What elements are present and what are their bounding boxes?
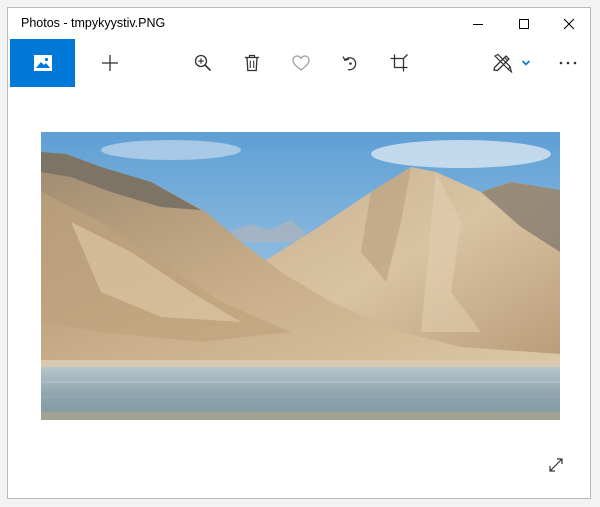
- crop-button[interactable]: [383, 39, 415, 87]
- view-photo-button[interactable]: [10, 39, 75, 87]
- image-viewer[interactable]: [8, 87, 590, 498]
- expand-icon: [549, 458, 563, 472]
- heart-icon: [292, 55, 310, 71]
- favorite-button[interactable]: [285, 39, 317, 87]
- add-button[interactable]: [94, 39, 126, 87]
- plus-icon: [102, 55, 118, 71]
- title-bar: Photos - tmpykyystiv.PNG: [8, 8, 590, 39]
- maximize-button[interactable]: [501, 8, 547, 39]
- minimize-icon: [473, 23, 483, 25]
- rotate-button[interactable]: [334, 39, 366, 87]
- fullscreen-button[interactable]: [542, 451, 570, 479]
- edit-create-button[interactable]: [486, 39, 536, 87]
- rotate-icon: [342, 56, 357, 71]
- window-title: Photos - tmpykyystiv.PNG: [21, 16, 166, 30]
- edit-create-icon: [492, 53, 512, 73]
- trash-icon: [245, 54, 259, 72]
- close-icon: [563, 18, 575, 29]
- toolbar: [8, 39, 590, 87]
- crop-icon: [390, 54, 408, 72]
- landscape-photo: [41, 132, 560, 420]
- zoom-in-icon: [194, 54, 212, 72]
- zoom-button[interactable]: [187, 39, 219, 87]
- more-icon: [559, 61, 577, 65]
- photos-window: Photos - tmpykyystiv.PNG: [7, 7, 591, 499]
- minimize-button[interactable]: [455, 8, 501, 39]
- delete-button[interactable]: [236, 39, 268, 87]
- chevron-down-icon: [521, 60, 530, 66]
- image-icon: [33, 55, 52, 71]
- maximize-icon: [519, 18, 529, 29]
- close-button[interactable]: [546, 8, 590, 39]
- more-button[interactable]: [553, 39, 583, 87]
